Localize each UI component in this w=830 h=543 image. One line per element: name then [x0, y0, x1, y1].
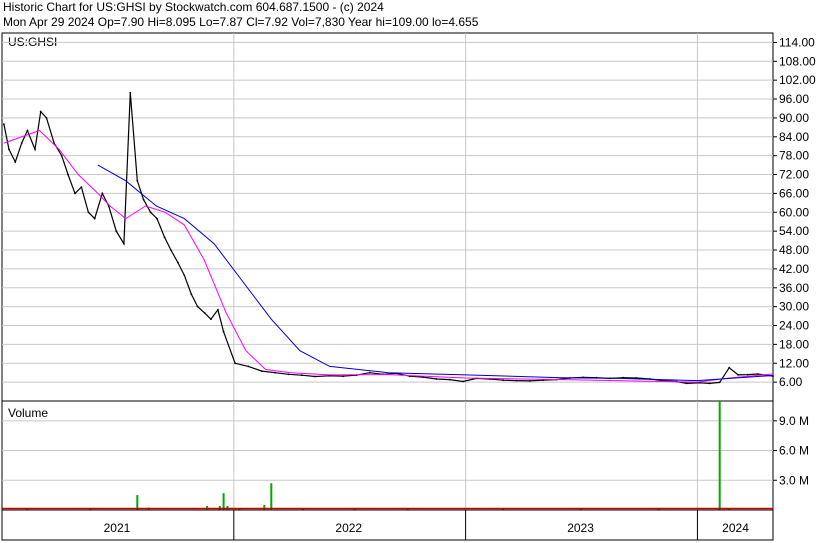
price-point	[756, 373, 759, 375]
price-point	[39, 110, 42, 113]
price-point	[196, 305, 199, 308]
volume-panel	[1, 400, 774, 511]
price-point	[80, 186, 83, 189]
price-point	[368, 371, 371, 374]
price-point	[163, 236, 166, 239]
price-point	[93, 217, 96, 220]
x-axis-year-label: 2021	[104, 521, 131, 535]
volume-y-tick-label: 6.0 M	[779, 444, 809, 458]
volume-bar	[270, 483, 273, 510]
price-point	[247, 365, 250, 368]
x-axis-year-label: 2023	[567, 521, 594, 535]
volume-panel-label: Volume	[8, 406, 48, 420]
volume-y-tick-label: 9.0 M	[779, 414, 809, 428]
price-point	[300, 374, 303, 377]
price-point	[342, 375, 344, 378]
price-point	[177, 261, 179, 264]
price-y-tick-label: 84.00	[779, 130, 809, 144]
price-y-tick-label: 114.00	[779, 35, 815, 49]
price-y-tick-label: 78.00	[779, 149, 809, 163]
price-point	[87, 211, 90, 214]
volume-bar	[718, 401, 721, 510]
price-point	[435, 378, 438, 380]
price-point	[222, 330, 225, 333]
price-point	[14, 161, 17, 163]
price-point	[183, 274, 186, 277]
price-y-tick-label: 18.00	[779, 337, 809, 351]
price-point	[129, 91, 132, 94]
price-point	[260, 370, 263, 372]
price-point	[203, 312, 206, 314]
price-point	[515, 379, 518, 382]
price-y-tick-label: 42.00	[779, 262, 809, 276]
price-y-tick-label: 66.00	[779, 186, 809, 200]
price-point	[210, 318, 212, 321]
price-point	[136, 179, 139, 182]
price-y-tick-label: 6.00	[779, 375, 803, 389]
price-point	[8, 148, 10, 151]
price-y-tick-label: 108.00	[779, 54, 816, 68]
volume-y-tick-label: 3.0 M	[779, 473, 809, 487]
price-point	[34, 148, 36, 151]
price-point	[708, 382, 711, 385]
price-panel	[1, 32, 774, 402]
price-y-tick-label: 96.00	[779, 92, 809, 106]
price-y-tick-label: 90.00	[779, 111, 809, 125]
price-point	[142, 198, 145, 201]
price-point	[502, 379, 504, 382]
price-point	[101, 192, 104, 195]
price-point	[115, 230, 118, 233]
price-y-tick-label: 12.00	[779, 356, 809, 370]
price-point	[234, 362, 237, 365]
price-y-tick-label: 48.00	[779, 243, 809, 257]
x-axis-year-label: 2024	[722, 521, 749, 535]
price-y-tick-label: 72.00	[779, 168, 809, 182]
volume-bar	[222, 493, 225, 510]
price-y-tick-label: 60.00	[779, 205, 809, 219]
price-point	[287, 373, 290, 376]
price-y-tick-label: 54.00	[779, 224, 809, 238]
price-point	[718, 381, 721, 384]
price-y-tick-label: 36.00	[779, 281, 809, 295]
price-point	[45, 117, 48, 119]
price-point	[20, 142, 23, 145]
price-point	[149, 211, 152, 214]
price-point	[60, 154, 63, 157]
price-point	[528, 380, 531, 382]
price-point	[190, 293, 193, 295]
price-y-tick-label: 102.00	[779, 73, 816, 87]
price-point	[746, 373, 749, 376]
price-point	[67, 173, 69, 176]
price-point	[123, 242, 125, 245]
price-point	[74, 192, 76, 195]
price-point	[462, 380, 464, 383]
price-y-tick-label: 24.00	[779, 319, 809, 333]
price-point	[728, 366, 731, 369]
price-point	[448, 378, 451, 381]
price-point	[737, 374, 739, 376]
stock-chart: US:GHSI 114.00108.00102.0096.0090.0084.0…	[1, 32, 816, 541]
price-point	[26, 129, 29, 132]
price-point	[314, 375, 316, 378]
price-point	[156, 217, 158, 220]
x-axis-year-label: 2022	[335, 521, 362, 535]
price-point	[685, 382, 688, 385]
price-point	[170, 249, 172, 251]
price-y-tick-label: 30.00	[779, 300, 809, 314]
price-point	[274, 371, 276, 374]
price-point	[217, 308, 219, 311]
price-point	[3, 123, 5, 126]
